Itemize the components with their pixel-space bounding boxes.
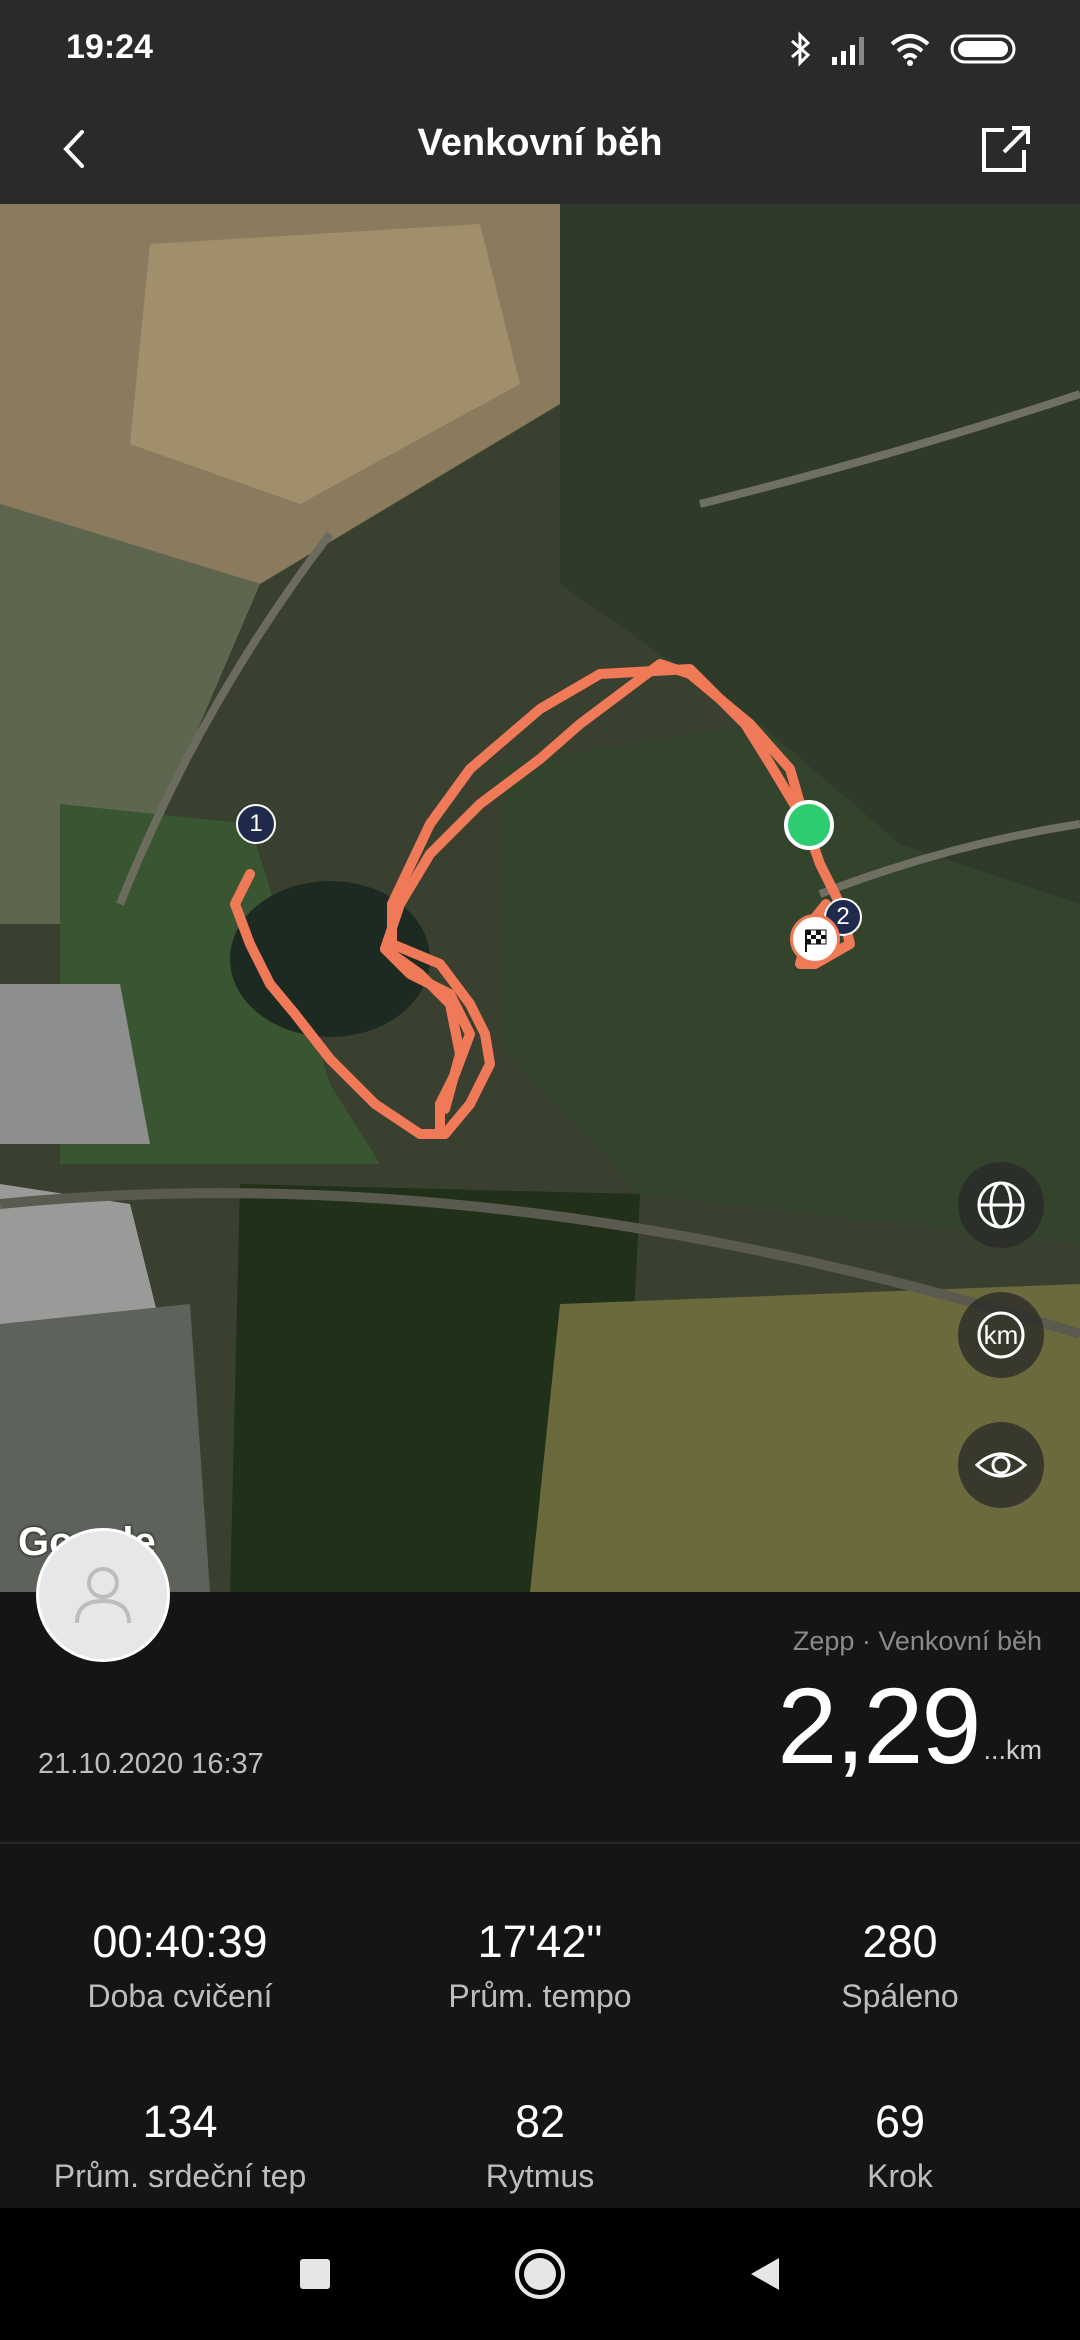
- share-icon: [982, 126, 1030, 172]
- map-type-button[interactable]: [958, 1162, 1044, 1248]
- checkered-flag-icon: [805, 929, 827, 952]
- satellite-map: [0, 204, 1080, 1592]
- user-icon: [75, 1567, 131, 1624]
- source-label: Zepp · Venkovní běh: [792, 1626, 1042, 1656]
- distance-value: 2,29: [777, 1665, 981, 1786]
- visibility-button[interactable]: [958, 1422, 1044, 1508]
- km-markers-button[interactable]: km: [958, 1292, 1044, 1378]
- avatar[interactable]: [36, 1528, 170, 1662]
- signal-icon: [832, 37, 864, 65]
- marker-2-label: 2: [836, 903, 850, 930]
- start-marker[interactable]: [784, 800, 834, 850]
- app-header: Venkovní běh: [0, 96, 1080, 204]
- share-button[interactable]: [976, 116, 1036, 182]
- stat-heart-rate: 134 Prům. srdeční tep: [0, 2096, 360, 2195]
- recents-button[interactable]: [285, 2244, 345, 2304]
- square-icon: [300, 2259, 330, 2289]
- triangle-back-icon: [751, 2258, 779, 2290]
- status-time: 19:24: [66, 28, 153, 66]
- divider: [0, 1842, 1080, 1844]
- finish-flag-marker[interactable]: [790, 914, 840, 964]
- marker-1-label: 1: [249, 810, 263, 837]
- workout-datetime: 21.10.2020 16:37: [38, 1748, 264, 1780]
- distance-unit: ...km: [983, 1735, 1043, 1765]
- stat-label: Spáleno: [841, 1978, 959, 2014]
- stat-duration: 00:40:39 Doba cvičení: [0, 1916, 360, 2015]
- globe-icon: [977, 1181, 1025, 1229]
- wifi-icon: [890, 34, 930, 66]
- stat-value: 280: [862, 1916, 938, 1967]
- page-title: Venkovní běh: [417, 122, 663, 164]
- route-map[interactable]: 1 2 km Google: [0, 204, 1080, 1592]
- bluetooth-icon: [791, 31, 811, 67]
- status-icons: [790, 28, 1020, 70]
- home-button[interactable]: [510, 2244, 570, 2304]
- stat-label: Prům. tempo: [448, 1978, 632, 2014]
- stat-value: 00:40:39: [92, 1916, 268, 1967]
- stat-label: Krok: [867, 2158, 933, 2194]
- stat-label: Doba cvičení: [87, 1978, 273, 2014]
- status-bar: 19:24: [0, 0, 1080, 96]
- circle-home-icon: [515, 2249, 565, 2299]
- stat-label: Prům. srdeční tep: [53, 2158, 307, 2194]
- stat-label: Rytmus: [485, 2158, 595, 2194]
- eye-icon: [974, 1452, 1028, 1478]
- system-nav-bar: [0, 2208, 1080, 2340]
- stat-stride: 69 Krok: [720, 2096, 1080, 2195]
- back-nav-button[interactable]: [735, 2244, 795, 2304]
- stat-cadence: 82 Rytmus: [360, 2096, 720, 2195]
- distance-readout: 2,29 ...km: [777, 1672, 1042, 1780]
- stat-value: 69: [874, 2096, 926, 2147]
- stat-value: 17'42": [477, 1916, 603, 1967]
- waypoint-marker-1[interactable]: 1: [236, 804, 276, 844]
- stat-pace: 17'42" Prům. tempo: [360, 1916, 720, 2015]
- km-button-label: km: [983, 1319, 1019, 1350]
- stat-value: 82: [514, 2096, 566, 2147]
- stat-value: 134: [142, 2096, 218, 2147]
- stat-calories: 280 Spáleno: [720, 1916, 1080, 2015]
- battery-icon: [950, 34, 1016, 64]
